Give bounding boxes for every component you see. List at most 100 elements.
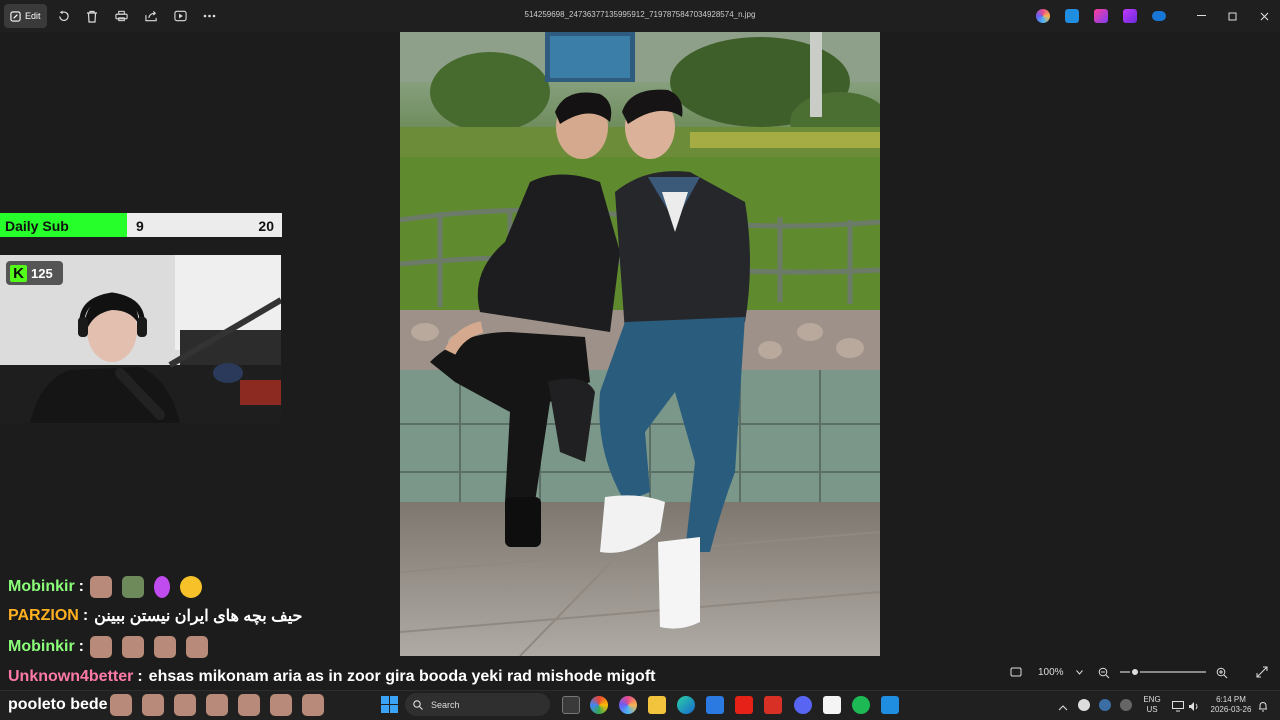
zoom-out-button[interactable]	[1098, 666, 1110, 679]
emote-face-icon	[90, 576, 112, 598]
chat-username: Unknown4better	[8, 668, 134, 685]
emote-face-icon	[186, 636, 208, 658]
show-hidden-icons-button[interactable]	[1058, 700, 1068, 711]
emote-face-icon	[301, 694, 324, 716]
chevron-up-icon	[1058, 705, 1068, 711]
tray-app-icon[interactable]	[1078, 699, 1090, 711]
edge-icon[interactable]	[677, 696, 695, 714]
emote-face-icon	[205, 694, 228, 716]
gmail-icon[interactable]	[764, 696, 782, 714]
close-icon	[1260, 12, 1268, 20]
zoom-slider-thumb[interactable]	[1130, 667, 1140, 677]
viewer-count: 125	[31, 265, 53, 281]
onedrive-icon[interactable]	[1152, 11, 1166, 21]
close-button[interactable]	[1255, 7, 1273, 25]
chat-text: pooleto bede	[8, 696, 108, 713]
fullscreen-button[interactable]	[1256, 665, 1268, 678]
speaker-icon	[1189, 702, 1198, 711]
chat-username: Mobinkir	[8, 578, 75, 595]
daily-sub-current: 9	[136, 218, 144, 234]
emote-cat-icon	[180, 576, 202, 598]
clock-date: 2026-03-26	[1210, 705, 1252, 714]
search-placeholder: Search	[431, 699, 460, 710]
chat-message: Mobinkir :	[8, 576, 212, 598]
emote-face-icon	[237, 694, 260, 716]
emote-goblin-icon	[122, 576, 144, 598]
daily-sub-goal-value: 20	[258, 218, 274, 234]
zoom-out-icon	[1098, 667, 1110, 679]
daily-sub-goal: Daily Sub 9 20	[0, 213, 282, 237]
chat-text: ehsas mikonam aria as in zoor gira booda…	[148, 668, 656, 685]
zoom-level: 100%	[1038, 666, 1064, 678]
chat-separator: :	[78, 578, 84, 595]
store-icon[interactable]	[706, 696, 724, 714]
clipchamp-icon[interactable]	[1094, 9, 1108, 23]
language-code: ENG	[1143, 695, 1161, 704]
copilot-taskbar-icon[interactable]	[619, 696, 637, 714]
chat-separator: :	[82, 607, 89, 624]
chat-text: حیف بچه های ایران نیستن ببینن	[94, 608, 303, 625]
task-view-icon[interactable]	[562, 696, 580, 714]
file-explorer-icon[interactable]	[648, 696, 666, 714]
chrome-icon[interactable]	[590, 696, 608, 714]
fit-to-window-button[interactable]	[1010, 665, 1022, 677]
emote-face-icon	[90, 636, 112, 658]
chevron-down-icon	[1075, 669, 1083, 675]
notepad-icon[interactable]	[823, 696, 841, 714]
file-name: 514259698_24736377135995912_719787584703…	[524, 10, 756, 19]
keyboard-layout: US	[1146, 705, 1158, 714]
zoom-dropdown[interactable]: 100%	[1030, 663, 1088, 681]
windows-logo-icon	[381, 696, 398, 713]
photo-canvas	[400, 32, 880, 656]
kick-logo-icon: K	[10, 264, 27, 282]
chat-message: PARZION : حیف بچه های ایران نیستن ببینن	[8, 606, 302, 626]
chat-separator: :	[137, 668, 143, 685]
start-button[interactable]	[381, 696, 398, 713]
chat-separator: :	[78, 638, 84, 655]
emote-face-icon	[109, 694, 132, 716]
youtube-icon[interactable]	[735, 696, 753, 714]
fit-window-icon	[1010, 667, 1022, 677]
daily-sub-label: Daily Sub	[5, 218, 69, 234]
taskbar-search[interactable]: Search	[405, 693, 550, 716]
zoom-in-icon	[1216, 667, 1228, 679]
displayed-photo	[400, 32, 880, 656]
chat-username: PARZION	[8, 607, 79, 624]
copilot-icon[interactable]	[1036, 9, 1050, 23]
zoom-in-button[interactable]	[1216, 666, 1228, 679]
emote-face-icon	[173, 694, 196, 716]
minimize-icon	[1196, 15, 1206, 16]
chat-message: Mobinkir :	[8, 636, 218, 658]
clock[interactable]: 6:14 PM 2026-03-26	[1206, 695, 1256, 715]
maximize-icon	[1228, 12, 1236, 20]
maximize-button[interactable]	[1223, 7, 1241, 25]
tray-security-icon[interactable]	[1120, 699, 1132, 711]
clock-time: 6:14 PM	[1216, 695, 1246, 704]
expand-icon	[1256, 666, 1268, 678]
designer-icon[interactable]	[1065, 9, 1079, 23]
photos-taskbar-icon[interactable]	[881, 696, 899, 714]
minimize-button[interactable]	[1192, 7, 1210, 25]
emote-face-icon	[154, 636, 176, 658]
discord-icon[interactable]	[794, 696, 812, 714]
emote-face-icon	[122, 636, 144, 658]
notifications-button[interactable]	[1258, 699, 1268, 712]
streamer-webcam: K 125	[0, 255, 281, 423]
search-icon	[413, 699, 423, 710]
input-language[interactable]: ENG US	[1140, 695, 1164, 715]
chat-username: Mobinkir	[8, 638, 75, 655]
tray-onedrive-icon[interactable]	[1099, 699, 1111, 711]
emote-face-icon	[141, 694, 164, 716]
bell-icon	[1259, 701, 1267, 712]
spotify-icon[interactable]	[852, 696, 870, 714]
photos-ai-icon[interactable]	[1123, 9, 1137, 23]
monitor-network-icon	[1172, 701, 1184, 712]
chat-message: pooleto bede	[8, 694, 334, 716]
volume-icon[interactable]	[1188, 699, 1200, 711]
chat-message: Unknown4better : ehsas mikonam aria as i…	[8, 668, 655, 686]
viewer-count-badge: K 125	[6, 261, 63, 285]
emote-face-icon	[269, 694, 292, 716]
network-icon[interactable]	[1172, 699, 1184, 712]
emote-purple-icon	[154, 576, 170, 598]
viewer-toolbar: Edit 514259698_24736377135995912_7197875…	[0, 0, 1280, 32]
